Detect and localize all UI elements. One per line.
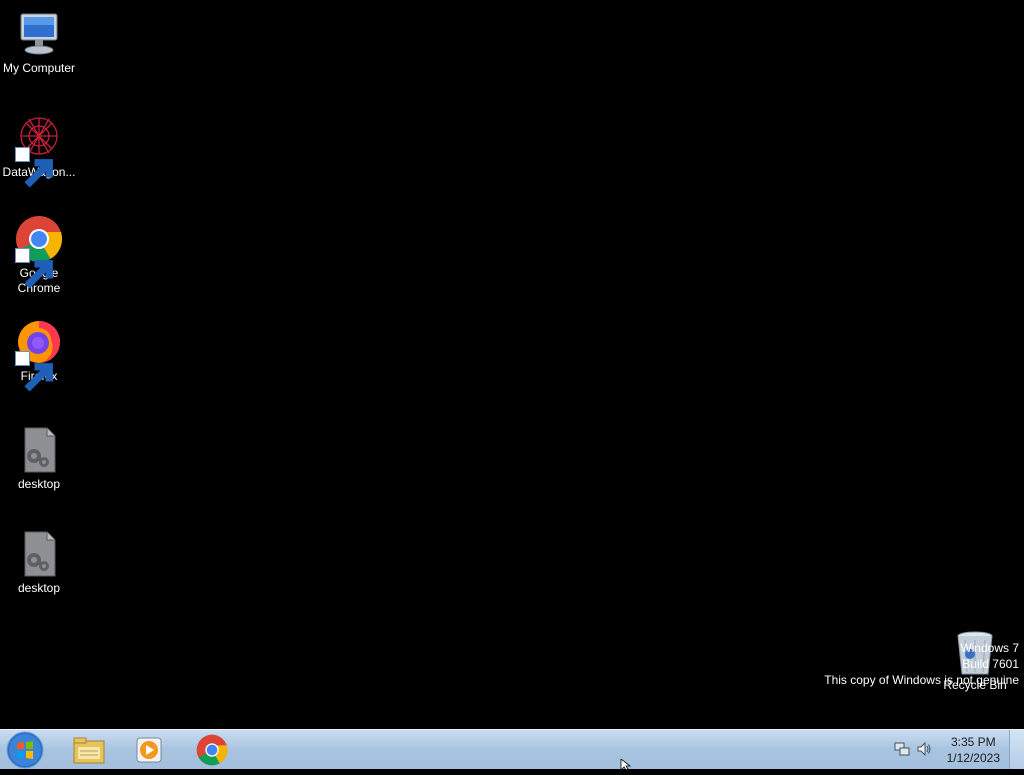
desktop[interactable]: My Computer DataWagon... Google Chrome F… — [0, 0, 1024, 729]
show-desktop-button[interactable] — [1009, 730, 1024, 769]
shortcut-arrow-icon — [15, 147, 53, 188]
volume-icon[interactable] — [916, 741, 932, 762]
windows-watermark: Windows 7 Build 7601 This copy of Window… — [824, 640, 1019, 688]
system-tray: 3:35 PM 1/12/2023 — [884, 730, 1024, 769]
windows-explorer-icon — [73, 737, 105, 764]
computer-icon — [15, 10, 63, 58]
clock[interactable]: 3:35 PM 1/12/2023 — [947, 734, 1000, 766]
desktop-icon-desktop-1[interactable]: desktop — [0, 426, 78, 492]
settings-file-icon — [15, 530, 63, 578]
firefox-icon — [15, 318, 63, 392]
watermark-line-3: This copy of Windows is not genuine — [824, 673, 1019, 687]
settings-file-icon — [15, 426, 63, 474]
network-icon[interactable] — [894, 741, 910, 762]
desktop-icon-label: My Computer — [2, 61, 76, 75]
datawagon-icon — [15, 114, 63, 188]
taskbar-google-chrome[interactable] — [184, 732, 240, 768]
shortcut-arrow-icon — [15, 248, 53, 289]
start-button[interactable] — [6, 731, 44, 769]
taskbar-windows-explorer[interactable] — [61, 732, 117, 768]
chrome-icon — [196, 734, 228, 766]
taskbar-media-player[interactable] — [121, 732, 177, 768]
taskbar: 3:35 PM 1/12/2023 — [0, 729, 1024, 769]
clock-date: 1/12/2023 — [946, 751, 1000, 765]
clock-time: 3:35 PM — [950, 735, 996, 749]
watermark-line-1: Windows 7 — [960, 641, 1019, 655]
desktop-icon-my-computer[interactable]: My Computer — [0, 10, 78, 76]
watermark-line-2: Build 7601 — [962, 657, 1019, 671]
desktop-icon-label: desktop — [17, 581, 61, 595]
shortcut-arrow-icon — [15, 351, 53, 392]
desktop-icon-label: desktop — [17, 477, 61, 491]
desktop-icon-firefox[interactable]: Firefox — [0, 318, 78, 392]
chrome-icon — [15, 215, 63, 289]
windows-logo-icon — [6, 731, 44, 769]
desktop-icon-desktop-2[interactable]: desktop — [0, 530, 78, 596]
mouse-cursor-icon — [620, 757, 632, 775]
media-player-icon — [136, 737, 162, 763]
desktop-icon-datawagon[interactable]: DataWagon... — [0, 114, 78, 188]
desktop-icon-google-chrome[interactable]: Google Chrome — [0, 215, 78, 296]
